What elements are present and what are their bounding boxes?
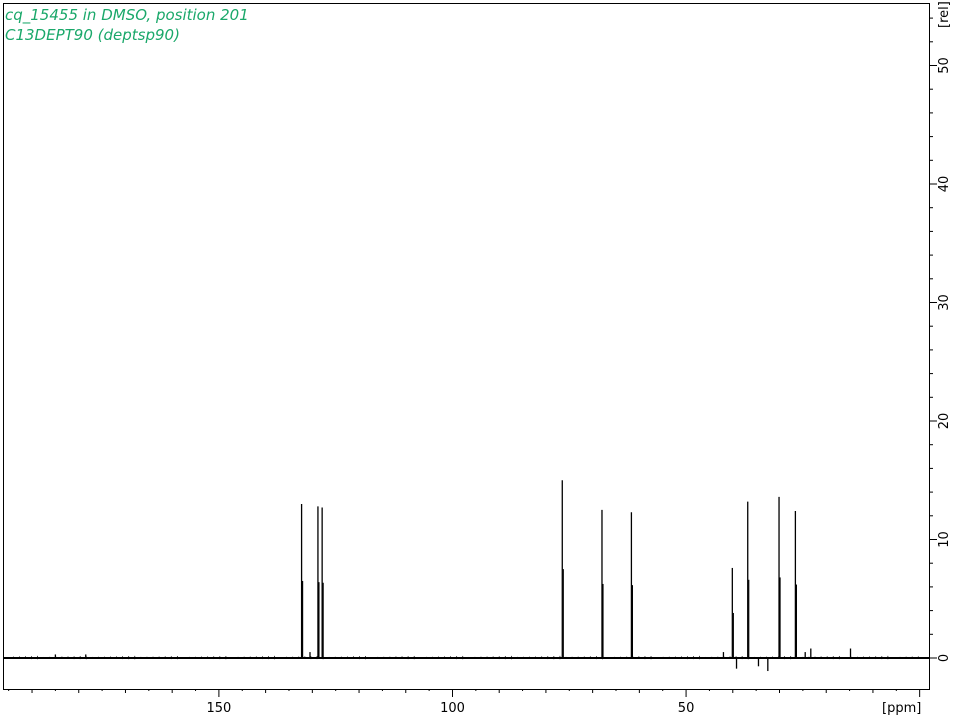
x-tick-label: 150: [206, 701, 231, 716]
nmr-spectrum-plot: 150 100 50 0 10 20 30 40 50 [ppm] [rel]: [3, 1, 952, 716]
spectrum-trace: [4, 480, 929, 672]
x-tick-label: 100: [440, 701, 465, 716]
spectrum-frame: 150 100 50 0 10 20 30 40 50 [ppm] [rel] cq_1545…: [0, 0, 961, 720]
y-tick-label: 0: [937, 654, 952, 662]
plot-border: [3, 3, 930, 690]
x-tick-label: 50: [678, 701, 695, 716]
y-tick-label: 50: [937, 57, 952, 74]
x-axis-label: [ppm]: [882, 701, 921, 716]
y-tick-label: 30: [937, 294, 952, 311]
y-tick-label: 20: [937, 413, 952, 430]
experiment-subtitle: C13DEPT90 (deptsp90): [5, 26, 180, 44]
y-tick-label: 40: [937, 176, 952, 193]
y-axis-label: [rel]: [937, 1, 952, 28]
y-tick-label: 10: [937, 531, 952, 548]
x-axis: 150 100 50: [8, 689, 921, 716]
y-axis: 0 10 20 30 40 50: [929, 17, 952, 662]
spectrum-title: cq_15455 in DMSO, position 201: [5, 6, 249, 24]
